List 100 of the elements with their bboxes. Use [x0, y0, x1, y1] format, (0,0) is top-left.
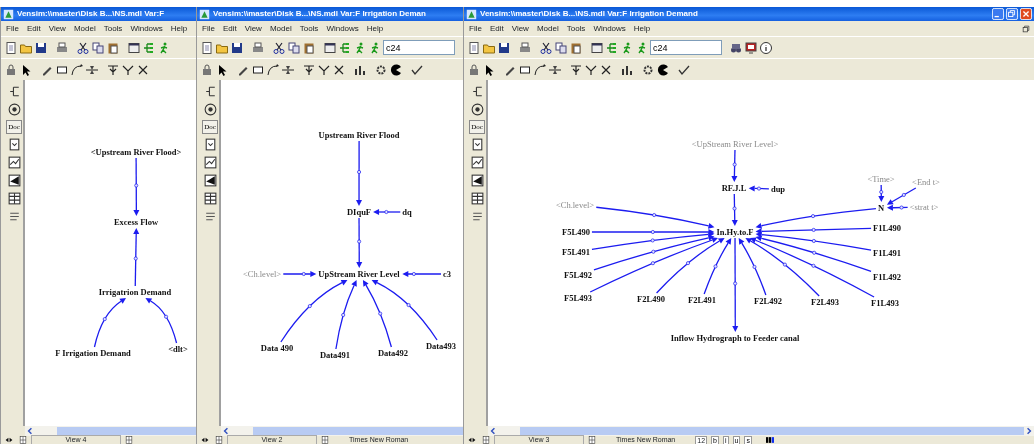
- curved-arrow-icon[interactable]: [266, 62, 280, 77]
- close-icon[interactable]: [1020, 8, 1032, 20]
- padlock-icon[interactable]: [467, 62, 481, 77]
- tee-icon[interactable]: [106, 62, 120, 77]
- document-icon[interactable]: [4, 40, 18, 55]
- menu-item[interactable]: Model: [536, 22, 559, 35]
- menu-item[interactable]: Edit: [489, 22, 504, 35]
- menu-item[interactable]: Windows: [326, 22, 359, 35]
- curved-arrow-icon[interactable]: [70, 62, 84, 77]
- line-chart-icon[interactable]: [6, 155, 22, 170]
- pie-icon[interactable]: [656, 62, 670, 77]
- tee-icon[interactable]: [302, 62, 316, 77]
- pie-icon[interactable]: [389, 62, 403, 77]
- menu-item[interactable]: Tools: [103, 22, 123, 35]
- variable-label: N: [877, 203, 885, 213]
- app-icon: [199, 8, 210, 20]
- document-icon[interactable]: [200, 40, 214, 55]
- triangle-icon[interactable]: [469, 173, 485, 188]
- menu-item[interactable]: View: [48, 22, 66, 35]
- menu-item[interactable]: Help: [366, 22, 384, 35]
- grid-icon[interactable]: [482, 436, 490, 444]
- info-icon[interactable]: [759, 40, 773, 55]
- menu-item[interactable]: Edit: [222, 22, 237, 35]
- menu-item[interactable]: File: [469, 22, 482, 35]
- menu-item[interactable]: View: [244, 22, 262, 35]
- variable-label: F2L492: [754, 296, 782, 306]
- grid-icon[interactable]: [19, 436, 27, 444]
- curved-arrow-icon[interactable]: [533, 62, 547, 77]
- window-icon[interactable]: [127, 40, 141, 55]
- copy-icon[interactable]: [287, 40, 301, 55]
- grid-icon[interactable]: [588, 436, 596, 444]
- grid-icon[interactable]: [321, 436, 329, 444]
- window-title: Vensim:\\master\Disk B...\NS.mdl Var:F Irrigation Demand: [480, 8, 698, 20]
- grid-icon[interactable]: [215, 436, 223, 444]
- menu-item[interactable]: Tools: [299, 22, 319, 35]
- target-icon[interactable]: [469, 102, 485, 117]
- link-arrow: [402, 271, 442, 277]
- printer-icon[interactable]: [251, 40, 265, 55]
- variable-label: Data493: [425, 341, 457, 351]
- restore-icon[interactable]: [1021, 23, 1031, 34]
- document-icon[interactable]: [467, 40, 481, 55]
- printer-icon[interactable]: [518, 40, 532, 55]
- menu-item[interactable]: Windows: [130, 22, 163, 35]
- variable-label: F2L491: [688, 295, 716, 305]
- minimize-icon[interactable]: [992, 8, 1004, 20]
- variable-label: F2L493: [811, 297, 839, 307]
- menu-item[interactable]: Edit: [26, 22, 41, 35]
- scrollbar[interactable]: [25, 426, 196, 436]
- scrollbar-thumb[interactable]: [253, 427, 463, 435]
- variable-label: Irrigatrion Demand: [98, 287, 172, 297]
- printer-icon[interactable]: [55, 40, 69, 55]
- monitor-icon[interactable]: [744, 40, 758, 55]
- table-icon[interactable]: [6, 191, 22, 206]
- window-icon[interactable]: [323, 40, 337, 55]
- copy-icon[interactable]: [554, 40, 568, 55]
- variable-label: <UpStream River Level>: [691, 139, 779, 149]
- variable-label: <Upstream River Flood>: [90, 147, 182, 157]
- menu-item[interactable]: Tools: [566, 22, 586, 35]
- target-icon[interactable]: [202, 102, 218, 117]
- restore-icon[interactable]: [1006, 8, 1018, 20]
- menu-item[interactable]: Model: [73, 22, 96, 35]
- target-icon[interactable]: [6, 102, 22, 117]
- variable-label: <Ch.level>: [242, 269, 282, 279]
- padlock-icon[interactable]: [4, 62, 18, 77]
- variable-label: <Time>: [867, 174, 895, 184]
- scissors-icon[interactable]: [272, 40, 286, 55]
- scrollbar-thumb[interactable]: [520, 427, 1024, 435]
- variable-label: F Irrigation Demand: [55, 348, 131, 358]
- table-icon[interactable]: [469, 191, 485, 206]
- variable-label: Data 490: [260, 343, 294, 353]
- menu-item[interactable]: File: [6, 22, 19, 35]
- variable-label: F5L490: [562, 227, 590, 237]
- tee-icon[interactable]: [569, 62, 583, 77]
- scrollbar-thumb[interactable]: [57, 427, 196, 435]
- scissors-icon[interactable]: [539, 40, 553, 55]
- scrollbar[interactable]: [221, 426, 463, 436]
- menu-item[interactable]: File: [202, 22, 215, 35]
- line-chart-icon[interactable]: [469, 155, 485, 170]
- model-name-field[interactable]: c24: [650, 40, 722, 55]
- variable-label: F5L491: [562, 247, 590, 257]
- model-name-field[interactable]: c24: [383, 40, 455, 55]
- menu-item[interactable]: Windows: [593, 22, 626, 35]
- menu-item[interactable]: View: [511, 22, 529, 35]
- scrollbar[interactable]: [488, 426, 1034, 436]
- window-icon[interactable]: [590, 40, 604, 55]
- variable-label: F1L491: [873, 248, 901, 258]
- copy-icon[interactable]: [91, 40, 105, 55]
- table-icon[interactable]: [202, 191, 218, 206]
- padlock-icon[interactable]: [200, 62, 214, 77]
- menu-item[interactable]: Help: [170, 22, 188, 35]
- triangle-icon[interactable]: [202, 173, 218, 188]
- window-title: Vensim:\\master\Disk B...\NS.mdl Var:F: [17, 8, 165, 20]
- menu-item[interactable]: Model: [269, 22, 292, 35]
- link-arrow: [373, 209, 401, 215]
- scissors-icon[interactable]: [76, 40, 90, 55]
- grid-icon[interactable]: [125, 436, 133, 444]
- line-chart-icon[interactable]: [202, 155, 218, 170]
- menu-item[interactable]: Help: [633, 22, 651, 35]
- variable-label: dup: [770, 184, 786, 194]
- triangle-icon[interactable]: [6, 173, 22, 188]
